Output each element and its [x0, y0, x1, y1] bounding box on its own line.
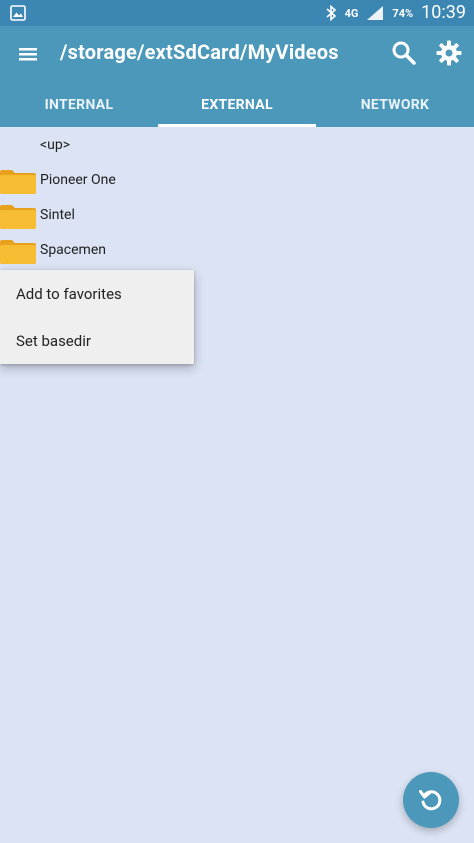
- list-item-label: <up>: [40, 137, 71, 153]
- list-item-label: Pioneer One: [40, 172, 116, 188]
- status-right: 4G 74% 10:39: [325, 3, 466, 23]
- list-item-label: Spacemen: [40, 242, 106, 258]
- hamburger-menu-icon[interactable]: [16, 42, 40, 66]
- menu-item-set-basedir[interactable]: Set basedir: [0, 317, 194, 364]
- list-item-up[interactable]: <up>: [0, 128, 474, 163]
- search-icon[interactable]: [390, 39, 418, 67]
- tab-external-label: EXTERNAL: [201, 96, 273, 113]
- menu-item-add-to-favorites[interactable]: Add to favorites: [0, 270, 194, 317]
- folder-icon: [0, 170, 36, 194]
- menu-item-label: Add to favorites: [16, 285, 122, 303]
- list-item-label: Sintel: [40, 207, 75, 223]
- folder-icon: [0, 240, 36, 264]
- bluetooth-icon: [326, 4, 336, 22]
- context-menu: Add to favorites Set basedir: [0, 270, 194, 364]
- gear-icon[interactable]: [435, 39, 463, 67]
- clock: 10:39: [421, 2, 466, 23]
- list-item[interactable]: Sintel: [0, 198, 474, 233]
- tab-internal[interactable]: INTERNAL: [0, 82, 158, 127]
- signal-icon: [367, 6, 384, 20]
- menu-item-label: Set basedir: [16, 332, 91, 350]
- path-title: /storage/extSdCard/MyVideos: [60, 40, 339, 64]
- battery-percent: 74%: [392, 6, 414, 20]
- refresh-fab[interactable]: [403, 772, 459, 828]
- image-notification-icon: [10, 5, 26, 21]
- tab-external[interactable]: EXTERNAL: [158, 82, 316, 127]
- list-item[interactable]: Pioneer One: [0, 163, 474, 198]
- folder-icon: [0, 205, 36, 229]
- toolbar: /storage/extSdCard/MyVideos: [0, 26, 474, 82]
- network-type: 4G: [344, 6, 359, 20]
- tab-bar: INTERNAL EXTERNAL NETWORK: [0, 82, 474, 127]
- status-bar: 4G 74% 10:39: [0, 0, 474, 26]
- tab-indicator: [158, 124, 316, 127]
- tab-network-label: NETWORK: [360, 96, 430, 113]
- list-item[interactable]: Spacemen: [0, 233, 474, 268]
- tab-network[interactable]: NETWORK: [316, 82, 474, 127]
- refresh-icon: [419, 790, 442, 811]
- tab-internal-label: INTERNAL: [44, 96, 114, 113]
